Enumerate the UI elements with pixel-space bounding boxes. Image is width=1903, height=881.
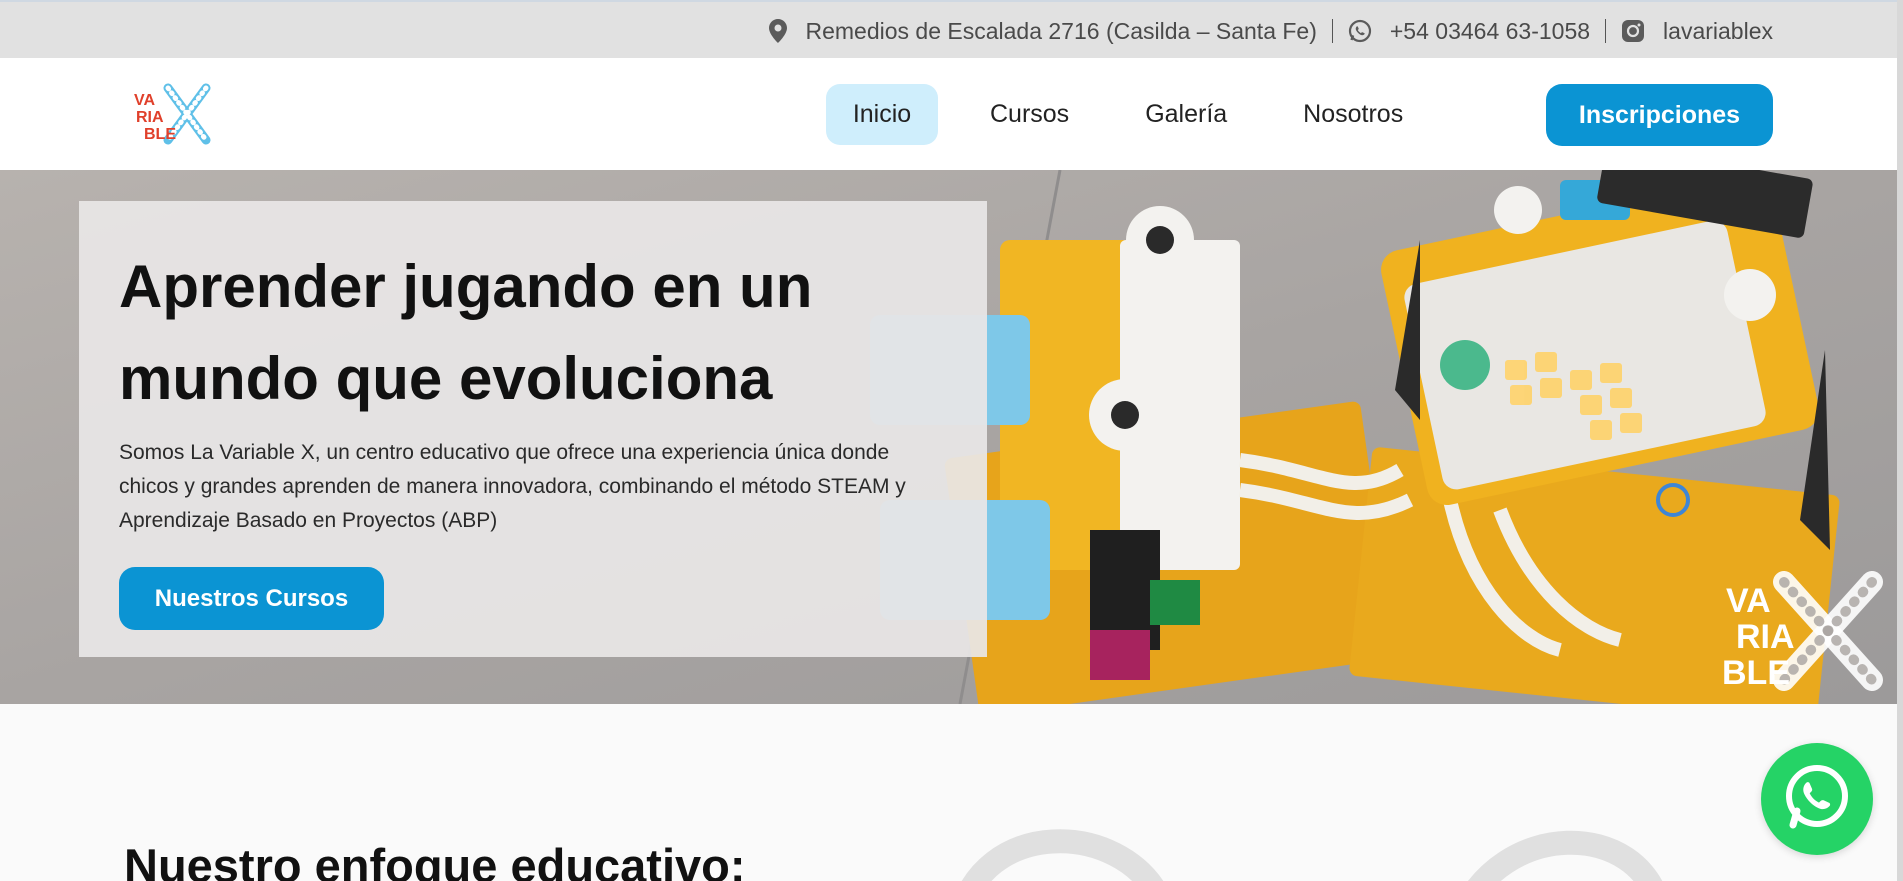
variable-x-watermark: VA RIA BLE bbox=[1722, 568, 1892, 696]
site-header: VA RIA BLE Inicio Cursos Galería Nosotro… bbox=[0, 58, 1903, 170]
phone-item[interactable]: +54 03464 63-1058 bbox=[1348, 18, 1590, 45]
inscripciones-button[interactable]: Inscripciones bbox=[1546, 84, 1773, 146]
logo-text-3: BLE bbox=[144, 126, 176, 143]
nav-galeria[interactable]: Galería bbox=[1121, 84, 1251, 145]
divider bbox=[1331, 19, 1333, 43]
contact-info: Remedios de Escalada 2716 (Casilda – San… bbox=[769, 16, 1773, 46]
site-logo[interactable]: VA RIA BLE bbox=[132, 82, 214, 146]
section-heading: Nuestro enfoque educativo: bbox=[124, 839, 746, 881]
whatsapp-float-button[interactable] bbox=[1761, 743, 1873, 855]
address-text: Remedios de Escalada 2716 (Casilda – San… bbox=[805, 17, 1317, 44]
hero-card: Aprender jugando en un mundo que evoluci… bbox=[79, 201, 987, 657]
page-scrollbar[interactable] bbox=[1897, 0, 1903, 881]
instagram-text: lavariablex bbox=[1663, 17, 1773, 44]
nav-nosotros[interactable]: Nosotros bbox=[1279, 84, 1427, 145]
nav-cursos[interactable]: Cursos bbox=[966, 84, 1093, 145]
location-pin-icon bbox=[769, 19, 788, 43]
top-info-bar: Remedios de Escalada 2716 (Casilda – San… bbox=[0, 0, 1903, 58]
nuestros-cursos-button[interactable]: Nuestros Cursos bbox=[119, 567, 384, 630]
hero-title: Aprender jugando en un mundo que evoluci… bbox=[119, 253, 813, 412]
logo-text-2: RIA bbox=[136, 109, 164, 126]
svg-text:BLE: BLE bbox=[1722, 654, 1790, 692]
approach-section: Nuestro enfoque educativo: bbox=[0, 704, 1897, 881]
instagram-item[interactable]: lavariablex bbox=[1621, 18, 1773, 45]
phone-text: +54 03464 63-1058 bbox=[1389, 17, 1591, 44]
svg-text:VA: VA bbox=[1726, 582, 1771, 620]
divider bbox=[1605, 19, 1607, 43]
nav-inicio[interactable]: Inicio bbox=[826, 84, 938, 145]
hero-section: Aprender jugando en un mundo que evoluci… bbox=[0, 170, 1897, 704]
svg-text:RIA: RIA bbox=[1736, 618, 1795, 656]
address-item[interactable]: Remedios de Escalada 2716 (Casilda – San… bbox=[769, 17, 1317, 45]
logo-text-1: VA bbox=[134, 92, 155, 109]
hero-description: Somos La Variable X, un centro educativo… bbox=[119, 441, 906, 532]
whatsapp-float-icon bbox=[1781, 761, 1853, 838]
instagram-icon bbox=[1621, 19, 1645, 43]
main-nav: Inicio Cursos Galería Nosotros bbox=[826, 84, 1427, 145]
whatsapp-icon bbox=[1348, 19, 1372, 43]
decorative-arcs bbox=[962, 829, 1663, 881]
scrollbar-thumb[interactable] bbox=[1897, 0, 1903, 881]
